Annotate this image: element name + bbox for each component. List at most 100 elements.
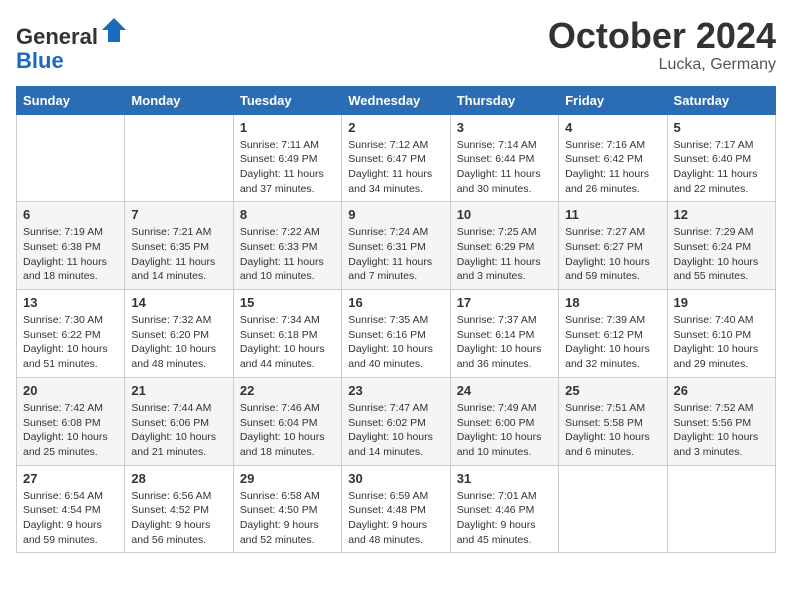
calendar-cell: 6 Sunrise: 7:19 AM Sunset: 6:38 PM Daylig… bbox=[17, 202, 125, 290]
day-detail: Sunrise: 7:27 AM Sunset: 6:27 PM Dayligh… bbox=[565, 225, 660, 284]
day-detail: Sunrise: 7:44 AM Sunset: 6:06 PM Dayligh… bbox=[131, 401, 226, 460]
day-detail: Sunrise: 7:19 AM Sunset: 6:38 PM Dayligh… bbox=[23, 225, 118, 284]
day-number: 11 bbox=[565, 207, 660, 222]
day-number: 25 bbox=[565, 383, 660, 398]
calendar-cell: 17Sunrise: 7:37 AM Sunset: 6:14 PM Dayli… bbox=[450, 290, 558, 378]
day-detail: Sunrise: 7:14 AM Sunset: 6:44 PM Dayligh… bbox=[457, 138, 552, 197]
day-detail: Sunrise: 7:51 AM Sunset: 5:58 PM Dayligh… bbox=[565, 401, 660, 460]
calendar-cell: 4Sunrise: 7:16 AM Sunset: 6:42 PM Daylig… bbox=[559, 114, 667, 202]
day-detail: Sunrise: 7:34 AM Sunset: 6:18 PM Dayligh… bbox=[240, 313, 335, 372]
day-detail: Sunrise: 7:42 AM Sunset: 6:08 PM Dayligh… bbox=[23, 401, 118, 460]
calendar-cell bbox=[125, 114, 233, 202]
day-detail: Sunrise: 7:30 AM Sunset: 6:22 PM Dayligh… bbox=[23, 313, 118, 372]
weekday-header-sunday: Sunday bbox=[17, 86, 125, 114]
day-detail: Sunrise: 7:29 AM Sunset: 6:24 PM Dayligh… bbox=[674, 225, 769, 284]
calendar-cell: 12 Sunrise: 7:29 AM Sunset: 6:24 PM Dayli… bbox=[667, 202, 775, 290]
week-row-2: 6 Sunrise: 7:19 AM Sunset: 6:38 PM Daylig… bbox=[17, 202, 776, 290]
calendar-body: 1 Sunrise: 7:11 AM Sunset: 6:49 PM Daylig… bbox=[17, 114, 776, 553]
calendar-cell: 26Sunrise: 7:52 AM Sunset: 5:56 PM Dayli… bbox=[667, 377, 775, 465]
calendar-cell: 20 Sunrise: 7:42 AM Sunset: 6:08 PM Dayli… bbox=[17, 377, 125, 465]
week-row-1: 1 Sunrise: 7:11 AM Sunset: 6:49 PM Daylig… bbox=[17, 114, 776, 202]
calendar-cell: 31 Sunrise: 7:01 AM Sunset: 4:46 PM Dayli… bbox=[450, 465, 558, 553]
day-number: 30 bbox=[348, 471, 443, 486]
calendar-cell: 24Sunrise: 7:49 AM Sunset: 6:00 PM Dayli… bbox=[450, 377, 558, 465]
location-text: Lucka, Germany bbox=[548, 56, 776, 74]
day-detail: Sunrise: 7:17 AM Sunset: 6:40 PM Dayligh… bbox=[674, 138, 769, 197]
weekday-header-thursday: Thursday bbox=[450, 86, 558, 114]
day-number: 9 bbox=[348, 207, 443, 222]
calendar-cell: 22 Sunrise: 7:46 AM Sunset: 6:04 PM Dayli… bbox=[233, 377, 341, 465]
weekday-header-wednesday: Wednesday bbox=[342, 86, 450, 114]
day-number: 27 bbox=[23, 471, 118, 486]
calendar-cell: 3 Sunrise: 7:14 AM Sunset: 6:44 PM Daylig… bbox=[450, 114, 558, 202]
logo: General Blue bbox=[16, 16, 128, 73]
day-detail: Sunrise: 7:12 AM Sunset: 6:47 PM Dayligh… bbox=[348, 138, 443, 197]
logo-general-text: General bbox=[16, 24, 98, 49]
day-number: 14 bbox=[131, 295, 226, 310]
day-number: 15 bbox=[240, 295, 335, 310]
day-number: 18 bbox=[565, 295, 660, 310]
logo-blue-text: Blue bbox=[16, 48, 64, 73]
calendar-cell: 25 Sunrise: 7:51 AM Sunset: 5:58 PM Dayli… bbox=[559, 377, 667, 465]
day-detail: Sunrise: 6:56 AM Sunset: 4:52 PM Dayligh… bbox=[131, 489, 226, 548]
calendar-cell: 29 Sunrise: 6:58 AM Sunset: 4:50 PM Dayli… bbox=[233, 465, 341, 553]
weekday-header-monday: Monday bbox=[125, 86, 233, 114]
week-row-4: 20 Sunrise: 7:42 AM Sunset: 6:08 PM Dayli… bbox=[17, 377, 776, 465]
calendar-cell bbox=[17, 114, 125, 202]
calendar-table: SundayMondayTuesdayWednesdayThursdayFrid… bbox=[16, 86, 776, 554]
calendar-cell: 16 Sunrise: 7:35 AM Sunset: 6:16 PM Dayli… bbox=[342, 290, 450, 378]
day-detail: Sunrise: 7:40 AM Sunset: 6:10 PM Dayligh… bbox=[674, 313, 769, 372]
calendar-cell: 30 Sunrise: 6:59 AM Sunset: 4:48 PM Dayli… bbox=[342, 465, 450, 553]
day-detail: Sunrise: 6:58 AM Sunset: 4:50 PM Dayligh… bbox=[240, 489, 335, 548]
day-number: 12 bbox=[674, 207, 769, 222]
day-number: 3 bbox=[457, 120, 552, 135]
day-number: 23 bbox=[348, 383, 443, 398]
day-detail: Sunrise: 7:01 AM Sunset: 4:46 PM Dayligh… bbox=[457, 489, 552, 548]
day-number: 22 bbox=[240, 383, 335, 398]
day-number: 31 bbox=[457, 471, 552, 486]
logo-icon bbox=[100, 16, 128, 44]
calendar-cell: 11 Sunrise: 7:27 AM Sunset: 6:27 PM Dayli… bbox=[559, 202, 667, 290]
calendar-cell: 5Sunrise: 7:17 AM Sunset: 6:40 PM Daylig… bbox=[667, 114, 775, 202]
day-number: 10 bbox=[457, 207, 552, 222]
day-number: 1 bbox=[240, 120, 335, 135]
calendar-cell bbox=[667, 465, 775, 553]
calendar-cell: 2 Sunrise: 7:12 AM Sunset: 6:47 PM Daylig… bbox=[342, 114, 450, 202]
month-title: October 2024 bbox=[548, 16, 776, 56]
day-number: 20 bbox=[23, 383, 118, 398]
day-detail: Sunrise: 7:47 AM Sunset: 6:02 PM Dayligh… bbox=[348, 401, 443, 460]
day-detail: Sunrise: 7:11 AM Sunset: 6:49 PM Dayligh… bbox=[240, 138, 335, 197]
day-number: 4 bbox=[565, 120, 660, 135]
weekday-header-friday: Friday bbox=[559, 86, 667, 114]
calendar-cell: 7 Sunrise: 7:21 AM Sunset: 6:35 PM Daylig… bbox=[125, 202, 233, 290]
day-detail: Sunrise: 7:21 AM Sunset: 6:35 PM Dayligh… bbox=[131, 225, 226, 284]
day-number: 17 bbox=[457, 295, 552, 310]
day-number: 29 bbox=[240, 471, 335, 486]
day-number: 16 bbox=[348, 295, 443, 310]
day-number: 19 bbox=[674, 295, 769, 310]
day-detail: Sunrise: 7:35 AM Sunset: 6:16 PM Dayligh… bbox=[348, 313, 443, 372]
page-header: General Blue October 2024 Lucka, Germany bbox=[16, 16, 776, 74]
day-number: 8 bbox=[240, 207, 335, 222]
day-number: 21 bbox=[131, 383, 226, 398]
weekday-header-saturday: Saturday bbox=[667, 86, 775, 114]
title-block: October 2024 Lucka, Germany bbox=[548, 16, 776, 74]
day-detail: Sunrise: 7:25 AM Sunset: 6:29 PM Dayligh… bbox=[457, 225, 552, 284]
calendar-cell: 18Sunrise: 7:39 AM Sunset: 6:12 PM Dayli… bbox=[559, 290, 667, 378]
day-number: 6 bbox=[23, 207, 118, 222]
calendar-cell: 9Sunrise: 7:24 AM Sunset: 6:31 PM Daylig… bbox=[342, 202, 450, 290]
calendar-cell: 13Sunrise: 7:30 AM Sunset: 6:22 PM Dayli… bbox=[17, 290, 125, 378]
calendar-cell: 27Sunrise: 6:54 AM Sunset: 4:54 PM Dayli… bbox=[17, 465, 125, 553]
day-detail: Sunrise: 7:52 AM Sunset: 5:56 PM Dayligh… bbox=[674, 401, 769, 460]
day-number: 2 bbox=[348, 120, 443, 135]
day-number: 7 bbox=[131, 207, 226, 222]
calendar-cell: 19 Sunrise: 7:40 AM Sunset: 6:10 PM Dayli… bbox=[667, 290, 775, 378]
calendar-cell: 23 Sunrise: 7:47 AM Sunset: 6:02 PM Dayli… bbox=[342, 377, 450, 465]
day-detail: Sunrise: 7:46 AM Sunset: 6:04 PM Dayligh… bbox=[240, 401, 335, 460]
day-detail: Sunrise: 7:32 AM Sunset: 6:20 PM Dayligh… bbox=[131, 313, 226, 372]
day-detail: Sunrise: 6:59 AM Sunset: 4:48 PM Dayligh… bbox=[348, 489, 443, 548]
calendar-cell: 14 Sunrise: 7:32 AM Sunset: 6:20 PM Dayli… bbox=[125, 290, 233, 378]
calendar-cell: 10 Sunrise: 7:25 AM Sunset: 6:29 PM Dayli… bbox=[450, 202, 558, 290]
week-row-3: 13Sunrise: 7:30 AM Sunset: 6:22 PM Dayli… bbox=[17, 290, 776, 378]
calendar-cell: 8Sunrise: 7:22 AM Sunset: 6:33 PM Daylig… bbox=[233, 202, 341, 290]
